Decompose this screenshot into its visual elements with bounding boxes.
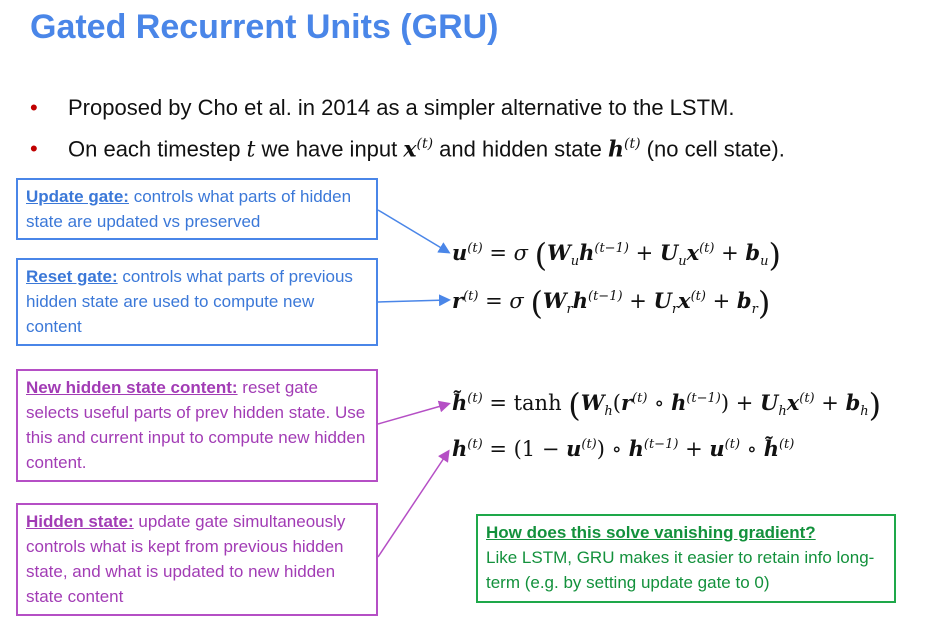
equation-new-content: h̃(t) = tanh (Wh(r(t) ∘ h(t−1)) + Uhx(t)… <box>452 386 882 424</box>
arrow-reset <box>377 294 451 307</box>
equation-hidden-state: h(t) = (1 − u(t)) ∘ h(t−1) + u(t) ∘ h̃(t… <box>452 436 795 461</box>
equation-reset-gate: r(t) = σ (Wrh(t−1) + Urx(t) + br) <box>452 284 771 322</box>
equation-update-gate: u(t) = σ (Wuh(t−1) + Uux(t) + bu) <box>452 236 781 274</box>
arrow-hidden <box>377 449 450 558</box>
arrow-update <box>377 209 451 254</box>
arrow-new-content <box>377 400 451 425</box>
